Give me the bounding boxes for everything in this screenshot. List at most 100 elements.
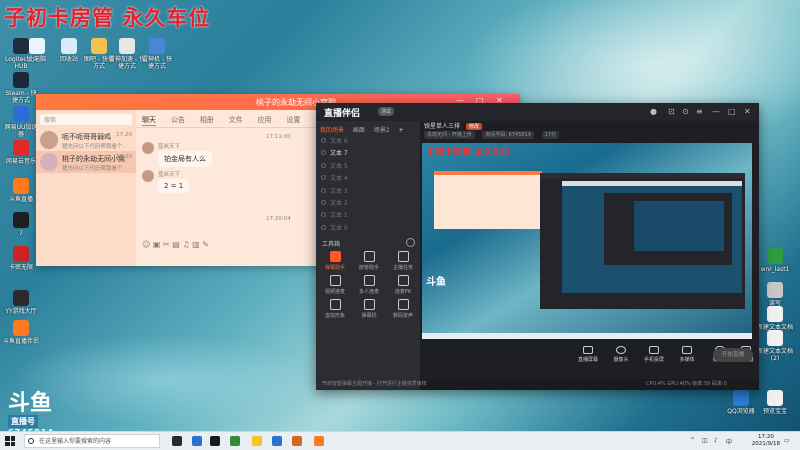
barrage-machine-icon xyxy=(363,299,375,311)
menu-icon[interactable]: ≡ xyxy=(696,107,703,116)
music-icon[interactable]: ♫ xyxy=(182,240,189,249)
scene-item[interactable]: 文本 3 xyxy=(316,186,420,198)
media-button[interactable]: 多媒体 xyxy=(671,346,703,363)
tool-streamer-tasks[interactable]: 主播任务 xyxy=(386,251,420,271)
qq-contact-item[interactable]: 呃不呃哥哥弱鸡 猪先问以下代码帮我看个… 17:20 xyxy=(36,129,136,151)
stream-overlay-title: 子初卡房管 永久车位 xyxy=(4,5,211,30)
settings-icon[interactable]: ⊡ xyxy=(668,107,675,116)
eye-icon[interactable] xyxy=(321,175,326,181)
minimize-icon[interactable]: — xyxy=(712,107,720,116)
desktop-icon[interactable]: 读写 xyxy=(754,282,796,307)
image-icon[interactable]: ▣ xyxy=(153,240,161,249)
taskbar-app-icon[interactable] xyxy=(230,436,240,446)
tab-scene2[interactable]: 场景2 xyxy=(374,121,390,134)
taskbar-app-icon[interactable] xyxy=(314,436,324,446)
scene-item[interactable]: 文本 7 xyxy=(316,148,420,160)
add-scene-icon[interactable]: + xyxy=(398,123,403,134)
taskbar-search-input[interactable]: 在这里输入你要搜索的内容 xyxy=(24,434,160,448)
eye-icon[interactable] xyxy=(321,199,326,205)
eye-icon[interactable] xyxy=(321,138,326,143)
volume-icon[interactable]: ♪ xyxy=(714,437,718,444)
mic-icon[interactable]: ▥ xyxy=(192,240,200,249)
tab-chat[interactable]: 聊天 xyxy=(142,110,156,126)
desktop-icon[interactable]: 雷神机 - 快 捷方式 xyxy=(136,38,178,70)
emoji-icon[interactable]: ☺ xyxy=(142,240,150,249)
tab-apps[interactable]: 应用 xyxy=(258,110,272,125)
file-icon[interactable]: ▤ xyxy=(172,240,180,249)
ime-icon[interactable]: 中 xyxy=(726,437,732,446)
message-sender: 蓝岚天下 xyxy=(158,172,181,178)
toolbox-grid: 弹幕助手 房管助手 主播任务 视频连麦 多人连麦 连麦PK 虚拟形象 弹幕机 数… xyxy=(316,251,420,319)
eye-icon[interactable] xyxy=(321,224,326,230)
app-icon xyxy=(149,38,165,54)
camera-button[interactable]: 摄像头 xyxy=(605,346,637,363)
tool-voice-changer[interactable]: 数码变声 xyxy=(386,299,420,319)
taskbar-app-icon[interactable] xyxy=(272,436,282,446)
scene-item[interactable]: 文本 0 xyxy=(316,223,420,235)
app-icon xyxy=(767,330,783,346)
tab-album[interactable]: 相册 xyxy=(200,110,214,125)
desktop-icon[interactable]: YY游戏大厅 xyxy=(0,290,42,315)
close-icon[interactable]: ✕ xyxy=(744,107,751,116)
tab-screen[interactable]: 画面 xyxy=(353,121,365,134)
tool-barrage-machine[interactable]: 弹幕机 xyxy=(352,299,386,319)
app-icon xyxy=(767,282,783,298)
tool-barrage-assistant[interactable]: 弹幕助手 xyxy=(318,251,352,271)
user-avatar-icon[interactable]: ● xyxy=(650,107,657,116)
gear-icon[interactable] xyxy=(406,238,415,248)
scissors-icon[interactable]: ✂ xyxy=(163,240,170,249)
skin-icon[interactable]: ⊙ xyxy=(682,107,689,116)
maximize-icon[interactable]: □ xyxy=(728,107,736,116)
category-tag[interactable]: 永劫无间 · 开播上传 xyxy=(424,131,475,139)
tool-multi-link[interactable]: 多人连麦 xyxy=(352,275,386,295)
tab-my-scenes[interactable]: 我的场景 xyxy=(320,121,344,134)
desktop-icon[interactable]: wnr_last1 xyxy=(754,248,796,273)
scene-item[interactable]: 文本 6 xyxy=(316,136,420,148)
eye-icon[interactable] xyxy=(321,150,326,156)
tab-notice[interactable]: 公告 xyxy=(171,110,185,125)
room-number-tag: 房间号码: 6745814 xyxy=(482,131,534,139)
eye-icon[interactable] xyxy=(321,212,326,218)
stream-preview[interactable]: 子初卡房管 永久车位 斗鱼 xyxy=(422,143,752,339)
eye-icon[interactable] xyxy=(321,162,326,168)
screen-capture-button[interactable]: 直播屏幕 xyxy=(572,346,604,363)
qq-contact-item[interactable]: 桃子的永劫无间小窝 猪先问以下代码帮我看个… 17:20 xyxy=(36,151,136,173)
tool-avatar[interactable]: 虚拟形象 xyxy=(318,299,352,319)
scene-item[interactable]: 文本 1 xyxy=(316,210,420,222)
status-left[interactable]: 开启智能弹幕主题开播 · 打开进行主播资质审核 xyxy=(316,379,427,390)
phone-cast-button[interactable]: 手机投屏 xyxy=(638,346,670,363)
douyu-streamer-window[interactable]: 直播伴侣 测试 ● ⊡ ⊙ ≡ — □ ✕ 我的场景 画面 场景2 + 文本 6… xyxy=(316,103,759,390)
tab-files[interactable]: 文件 xyxy=(229,110,243,125)
taskbar-app-icon[interactable] xyxy=(210,436,220,446)
tool-room-manager[interactable]: 房管助手 xyxy=(352,251,386,271)
edit-title-button[interactable]: 修改 xyxy=(465,123,482,130)
taskbar-app-icon[interactable] xyxy=(172,436,182,446)
scene-item[interactable]: 文本 2 xyxy=(316,198,420,210)
taskbar-app-icon[interactable] xyxy=(192,436,202,446)
taskbar-app-icon[interactable] xyxy=(252,436,262,446)
desktop-icon[interactable]: 预览宝宝 xyxy=(754,390,796,415)
tool-video-link[interactable]: 视频连麦 xyxy=(318,275,352,295)
notification-icon[interactable]: ▭ xyxy=(784,437,790,444)
scene-item[interactable]: 文本 4 xyxy=(316,173,420,185)
douyu-titlebar[interactable]: 直播伴侣 测试 ● ⊡ ⊙ ≡ — □ ✕ xyxy=(316,103,759,121)
tab-settings[interactable]: 设置 xyxy=(286,110,300,125)
eye-icon[interactable] xyxy=(321,187,326,193)
taskbar-clock[interactable]: 17:20 2021/9/18 xyxy=(752,434,780,448)
desktop-icon[interactable]: 斗鱼直播伴侣 xyxy=(0,320,42,345)
tool-link-pk[interactable]: 连麦PK xyxy=(386,275,420,295)
more-icon[interactable]: ✎ xyxy=(202,240,209,249)
douyu-brand: 斗鱼 xyxy=(8,390,53,416)
go-live-button[interactable]: 开始直播 xyxy=(713,348,753,362)
room-tags: 永劫无间 · 开播上传 房间号码: 6745814 17分 xyxy=(420,131,759,143)
taskbar-app-icon[interactable] xyxy=(292,436,302,446)
network-icon[interactable]: ◫ xyxy=(702,437,708,444)
media-icon xyxy=(682,346,692,354)
tray-chevron-icon[interactable]: ^ xyxy=(690,437,695,444)
windows-start-icon[interactable] xyxy=(5,436,15,446)
voice-icon xyxy=(397,299,409,311)
desktop-icon[interactable]: 新建文本文档 xyxy=(754,306,796,331)
tool-label: 主播任务 xyxy=(392,265,413,272)
qq-search-input[interactable]: 搜索 xyxy=(40,114,132,125)
scene-item[interactable]: 文本 5 xyxy=(316,161,420,173)
